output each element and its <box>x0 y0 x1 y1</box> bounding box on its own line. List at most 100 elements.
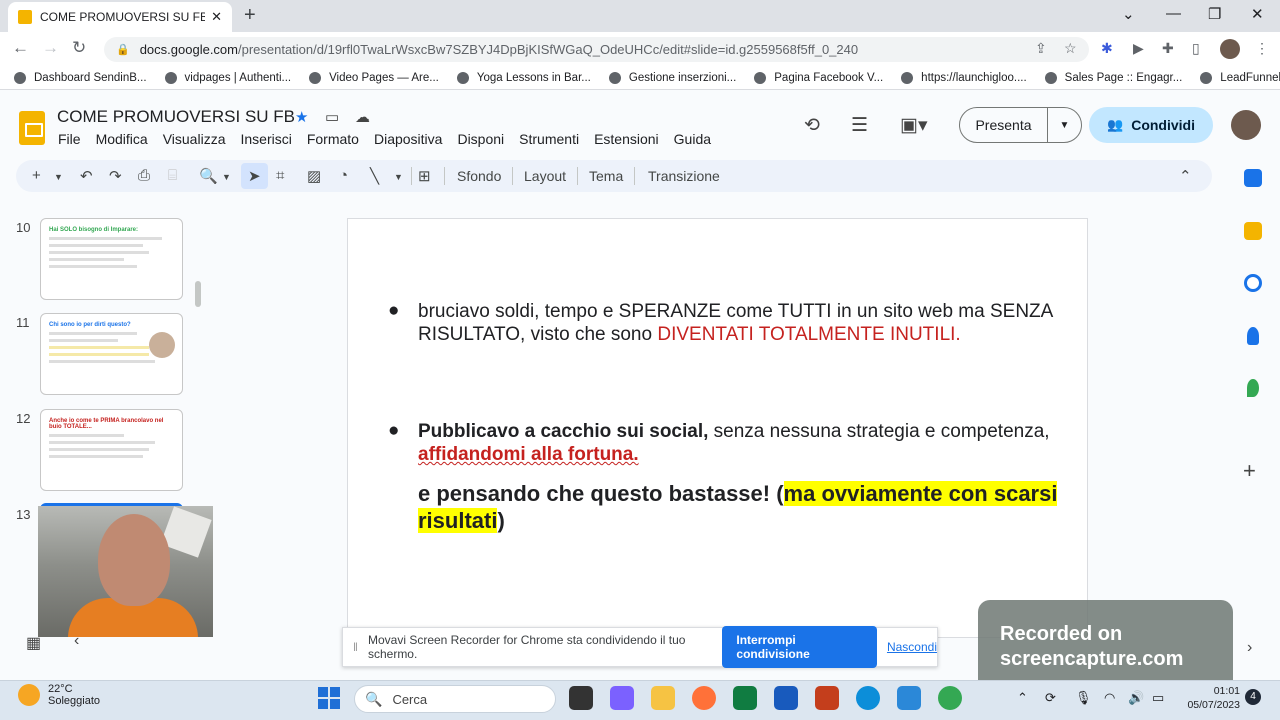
address-bar[interactable]: 🔒 docs.google.com/presentation/d/19rfl0T… <box>104 37 1089 62</box>
move-folder-icon[interactable]: ▭ <box>325 108 339 126</box>
version-history-icon[interactable]: ⟲ <box>804 114 820 137</box>
present-button[interactable]: Presenta ▼ <box>959 107 1082 143</box>
minimize-icon[interactable]: — <box>1166 5 1181 22</box>
menu-strumenti[interactable]: Strumenti <box>519 131 579 147</box>
redo-icon[interactable]: ↷ <box>109 167 122 185</box>
file-explorer-icon[interactable] <box>651 686 675 710</box>
edge-icon[interactable] <box>856 686 880 710</box>
print-icon[interactable]: ⎙ <box>138 167 150 184</box>
side-panel-icon[interactable]: ▯ <box>1192 40 1200 57</box>
hide-share-bar-link[interactable]: Nascondi <box>887 640 937 654</box>
tab-search-icon[interactable]: ⌄ <box>1122 5 1135 23</box>
line-dropdown-icon[interactable]: ▼ <box>394 172 403 182</box>
tray-sync-icon[interactable]: ⟳ <box>1045 690 1056 706</box>
bookmark-item[interactable]: https://launchigloo.... <box>901 71 1027 84</box>
bookmark-item[interactable]: Yoga Lessons in Bar... <box>456 71 591 84</box>
back-icon[interactable]: ← <box>12 38 29 58</box>
menu-diapositiva[interactable]: Diapositiva <box>374 131 442 147</box>
chrome-menu-icon[interactable]: ⋮ <box>1255 40 1269 57</box>
weather-widget[interactable]: 22°C Soleggiato <box>18 683 100 707</box>
task-view-icon[interactable] <box>569 686 593 710</box>
add-comment-icon[interactable]: ⊞ <box>418 167 431 185</box>
extensions-puzzle-icon[interactable]: ✚ <box>1162 40 1174 57</box>
add-addon-icon[interactable]: + <box>1243 458 1256 484</box>
filmstrip-scrollbar[interactable] <box>195 281 201 307</box>
line-icon[interactable]: ╲ <box>370 167 379 185</box>
battery-icon[interactable]: ▭ <box>1152 690 1164 706</box>
bookmark-item[interactable]: Pagina Facebook V... <box>754 71 883 84</box>
taskbar-clock[interactable]: 01:01 05/07/2023 <box>1180 684 1240 712</box>
slide-paragraph-1[interactable]: bruciavo soldi, tempo e SPERANZE come TU… <box>418 300 1058 346</box>
close-tab-icon[interactable]: ✕ <box>211 9 222 25</box>
volume-icon[interactable]: 🔊 <box>1128 690 1144 706</box>
tasks-icon[interactable] <box>1244 274 1262 292</box>
background-button[interactable]: Sfondo <box>457 168 501 184</box>
bookmark-item[interactable]: Video Pages — Are... <box>309 71 439 84</box>
bookmark-item[interactable]: Sales Page :: Engagr... <box>1044 71 1182 84</box>
undo-icon[interactable]: ↶ <box>80 167 93 185</box>
tray-chevron-icon[interactable]: ⌃ <box>1017 690 1028 706</box>
profile-avatar[interactable] <box>1220 39 1240 59</box>
comments-icon[interactable]: ☰ <box>851 114 868 137</box>
drag-handle-icon[interactable]: ‖ <box>353 640 358 654</box>
bookmark-item[interactable]: vidpages | Authenti... <box>164 71 291 84</box>
cloud-saved-icon[interactable]: ☁ <box>355 108 370 126</box>
account-avatar[interactable] <box>1231 110 1261 140</box>
zoom-dropdown-icon[interactable]: ▼ <box>222 172 231 182</box>
image-icon[interactable]: ▨ <box>307 167 321 185</box>
menu-inserisci[interactable]: Inserisci <box>240 131 291 147</box>
new-slide-icon[interactable]: + <box>32 167 41 184</box>
share-button[interactable]: 👥 Condividi <box>1089 107 1213 143</box>
transition-button[interactable]: Transizione <box>648 168 720 184</box>
bookmark-star-icon[interactable]: ☆ <box>1064 40 1077 57</box>
menu-disponi[interactable]: Disponi <box>457 131 504 147</box>
shape-icon[interactable]: ◔ <box>339 167 348 184</box>
menu-modifica[interactable]: Modifica <box>96 131 148 147</box>
bookmark-item[interactable]: Gestione inserzioni... <box>608 71 736 84</box>
document-title[interactable]: COME PROMUOVERSI SU FB <box>57 107 295 127</box>
menu-estensioni[interactable]: Estensioni <box>594 131 659 147</box>
paint-format-icon[interactable]: ⌸ <box>168 167 177 184</box>
slide-thumbnail[interactable]: Anche io come te PRIMA brancolavo nel bu… <box>40 409 183 491</box>
powerpoint-icon[interactable] <box>815 686 839 710</box>
menu-visualizza[interactable]: Visualizza <box>163 131 226 147</box>
share-page-icon[interactable]: ⇪ <box>1035 40 1047 57</box>
menu-guida[interactable]: Guida <box>674 131 711 147</box>
menu-file[interactable]: File <box>58 131 81 147</box>
bookmark-item[interactable]: Dashboard SendinB... <box>14 71 147 84</box>
maps-icon[interactable] <box>1247 379 1259 397</box>
firefox-icon[interactable] <box>692 686 716 710</box>
reload-icon[interactable]: ↻ <box>72 38 86 58</box>
microphone-icon[interactable]: 🎙 <box>1075 690 1092 706</box>
maximize-icon[interactable]: ❐ <box>1208 5 1221 23</box>
browser-tab[interactable]: COME PROMUOVERSI SU FB - Pr ✕ <box>8 2 232 32</box>
slide-paragraph-3[interactable]: e pensando che questo bastasse! (ma ovvi… <box>418 480 1058 534</box>
slide-thumbnail[interactable]: Chi sono io per dirti questo? <box>40 313 183 395</box>
meet-camera-icon[interactable]: ▣▾ <box>900 114 928 137</box>
forward-icon[interactable]: → <box>42 38 59 58</box>
photos-icon[interactable] <box>897 686 921 710</box>
teams-icon[interactable] <box>610 686 634 710</box>
notification-badge[interactable]: 4 <box>1245 689 1261 705</box>
star-icon[interactable]: ★ <box>295 108 308 126</box>
excel-icon[interactable] <box>733 686 757 710</box>
bookmark-item[interactable]: LeadFunnel <box>1200 71 1280 84</box>
present-dropdown-icon[interactable]: ▼ <box>1048 120 1081 131</box>
windows-start-icon[interactable] <box>318 687 340 709</box>
close-window-icon[interactable]: ✕ <box>1251 5 1264 23</box>
layout-button[interactable]: Layout <box>524 168 566 184</box>
extension-recorder-icon[interactable]: ▶ <box>1133 40 1144 57</box>
menu-formato[interactable]: Formato <box>307 131 359 147</box>
keep-icon[interactable] <box>1244 222 1262 240</box>
wifi-icon[interactable]: ◠ <box>1104 690 1115 706</box>
slides-logo-icon[interactable] <box>19 111 45 145</box>
theme-button[interactable]: Tema <box>589 168 623 184</box>
word-icon[interactable] <box>774 686 798 710</box>
new-tab-icon[interactable]: + <box>244 4 256 27</box>
slide-paragraph-2[interactable]: Pubblicavo a cacchio sui social, senza n… <box>418 420 1058 466</box>
grid-view-icon[interactable]: ▦ <box>26 633 41 653</box>
textbox-icon[interactable]: ⌗ <box>276 167 284 184</box>
slide-thumbnail[interactable]: Hai SOLO bisogno di Imparare: <box>40 218 183 300</box>
calendar-icon[interactable] <box>1244 169 1262 187</box>
chrome-icon[interactable] <box>938 686 962 710</box>
